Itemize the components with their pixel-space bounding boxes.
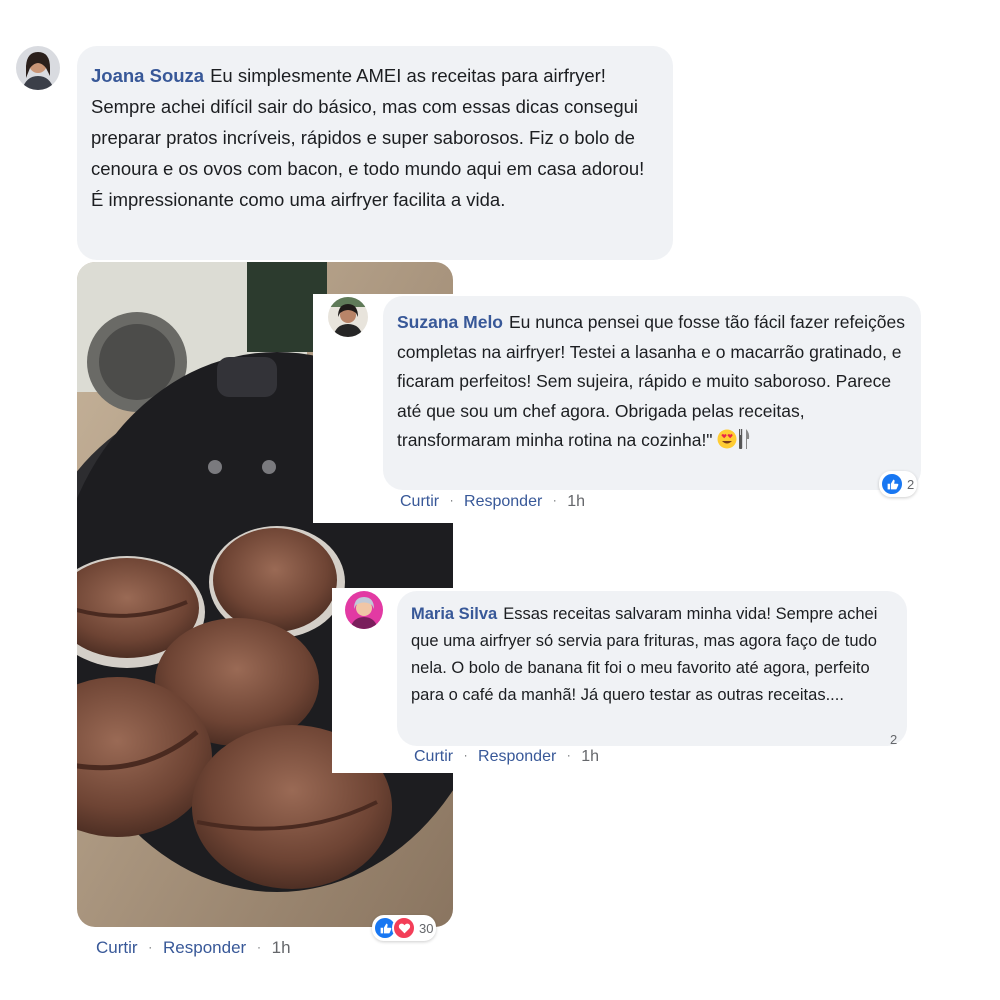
like-button[interactable]: Curtir xyxy=(414,748,453,765)
comment-timestamp[interactable]: 1h xyxy=(567,493,585,510)
comment-author[interactable]: Maria Silva xyxy=(411,605,497,623)
separator-dot: · xyxy=(552,493,557,507)
comment-timestamp[interactable]: 1h xyxy=(272,938,291,957)
heart-eyes-emoji xyxy=(717,429,737,449)
like-icon xyxy=(880,472,904,496)
separator-dot: · xyxy=(449,493,454,507)
separator-dot: · xyxy=(566,748,571,762)
reaction-summary-joana[interactable]: 30 xyxy=(372,915,437,941)
like-button[interactable]: Curtir xyxy=(96,938,138,957)
avatar-suzana[interactable] xyxy=(328,297,368,337)
fork-knife-emoji xyxy=(737,429,751,449)
reaction-count: 2 xyxy=(907,476,915,492)
comment-bubble-maria: Maria Silva Essas receitas salvaram minha… xyxy=(397,591,907,746)
comment-text: Eu simplesmente AMEI as receitas para ai… xyxy=(91,65,645,210)
comment-author[interactable]: Suzana Melo xyxy=(397,312,503,332)
avatar-joana[interactable] xyxy=(16,46,60,90)
reaction-summary-maria[interactable]: 2 xyxy=(886,731,900,748)
separator-dot: · xyxy=(463,748,468,762)
reply-button[interactable]: Responder xyxy=(478,748,556,765)
comment-actions-suzana: Curtir · Responder · 1h xyxy=(400,493,585,511)
comment-timestamp[interactable]: 1h xyxy=(581,748,599,765)
love-icon xyxy=(392,916,416,940)
comment-text: Eu nunca pensei que fosse tão fácil faze… xyxy=(397,312,905,450)
reaction-summary-suzana[interactable]: 2 xyxy=(879,471,918,497)
avatar-maria[interactable] xyxy=(345,591,383,629)
reaction-count: 2 xyxy=(890,732,898,747)
reply-button[interactable]: Responder xyxy=(163,938,246,957)
reaction-count: 30 xyxy=(419,920,434,936)
separator-dot: · xyxy=(148,940,153,954)
comment-actions-joana: Curtir · Responder · 1h xyxy=(96,938,291,958)
like-button[interactable]: Curtir xyxy=(400,493,439,510)
comment-bubble-suzana: Suzana Melo Eu nunca pensei que fosse tão… xyxy=(383,296,921,490)
separator-dot: · xyxy=(256,940,261,954)
comment-actions-maria: Curtir · Responder · 1h xyxy=(414,748,599,766)
comment-bubble-joana: Joana Souza Eu simplesmente AMEI as recei… xyxy=(77,46,673,260)
reply-button[interactable]: Responder xyxy=(464,493,542,510)
comment-author[interactable]: Joana Souza xyxy=(91,65,204,86)
